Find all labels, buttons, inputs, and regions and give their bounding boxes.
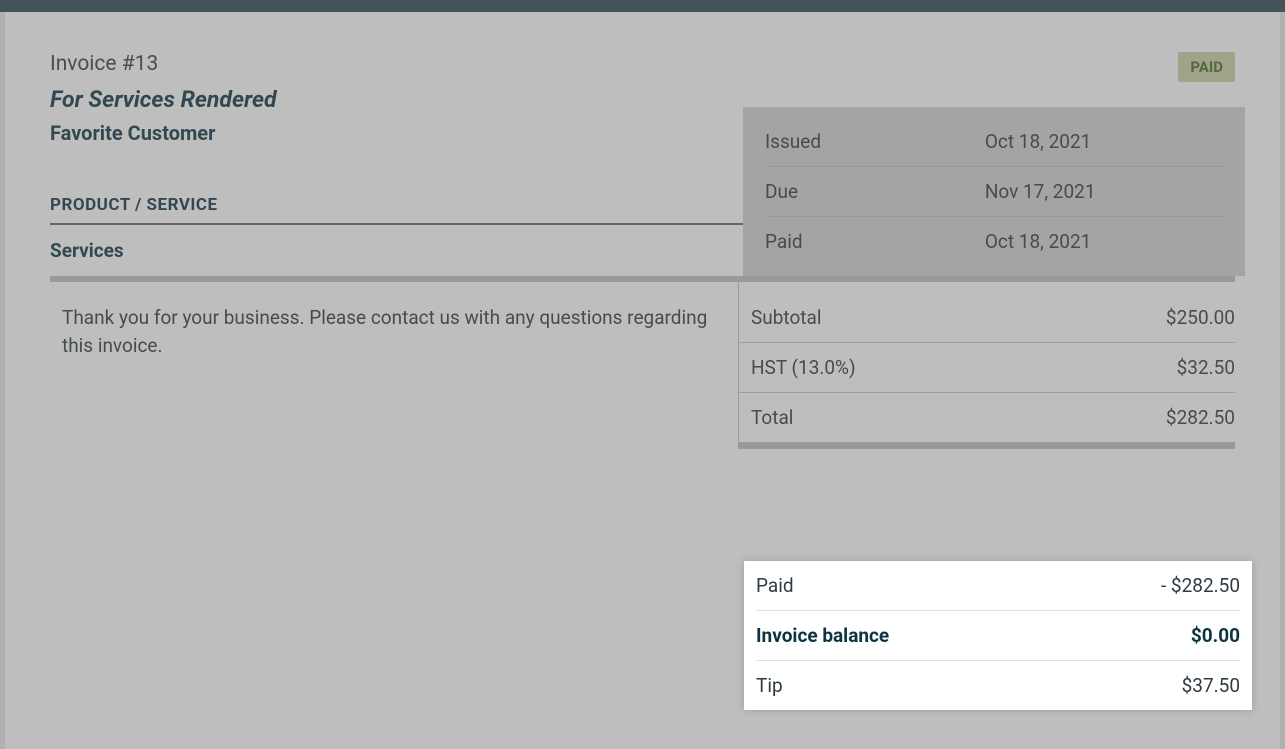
status-badge: PAID [1178, 52, 1235, 82]
tip-row: Tip $37.50 [756, 661, 1240, 710]
subtotal-value: $250.00 [1166, 306, 1235, 329]
top-bar [0, 0, 1285, 12]
meta-due-label: Due [765, 180, 985, 203]
paid-row: Paid - $282.50 [756, 561, 1240, 611]
bottom-section: Thank you for your business. Please cont… [50, 282, 1235, 449]
meta-paid-value: Oct 18, 2021 [985, 230, 1223, 253]
total-value: $282.50 [1166, 406, 1235, 429]
totals-divider [739, 443, 1235, 449]
invoice-subtitle: For Services Rendered [50, 86, 277, 113]
col-product-header: PRODUCT / SERVICE [50, 195, 665, 215]
paid-value: - $282.50 [1161, 574, 1240, 597]
tax-row: HST (13.0%) $32.50 [739, 343, 1235, 393]
balance-highlight-panel: Paid - $282.50 Invoice balance $0.00 Tip… [744, 561, 1252, 710]
subtotal-label: Subtotal [751, 306, 821, 329]
meta-issued-row: Issued Oct 18, 2021 [765, 117, 1223, 167]
meta-panel: Issued Oct 18, 2021 Due Nov 17, 2021 Pai… [743, 107, 1245, 276]
balance-label: Invoice balance [756, 624, 889, 647]
tip-value: $37.50 [1182, 674, 1240, 697]
paid-label: Paid [756, 574, 794, 597]
invoice-note: Thank you for your business. Please cont… [50, 282, 739, 449]
tax-label: HST (13.0%) [751, 356, 856, 379]
meta-paid-row: Paid Oct 18, 2021 [765, 217, 1223, 266]
subtotal-row: Subtotal $250.00 [739, 282, 1235, 343]
balance-row: Invoice balance $0.00 [756, 611, 1240, 661]
header-left: Invoice #13 For Services Rendered Favori… [50, 52, 277, 145]
totals-column: Subtotal $250.00 HST (13.0%) $32.50 Tota… [739, 282, 1235, 449]
tax-value: $32.50 [1177, 356, 1235, 379]
total-row: Total $282.50 [739, 393, 1235, 443]
line-item-name: Services [50, 239, 665, 262]
total-label: Total [751, 406, 793, 429]
meta-issued-label: Issued [765, 130, 985, 153]
meta-due-value: Nov 17, 2021 [985, 180, 1223, 203]
meta-paid-label: Paid [765, 230, 985, 253]
tip-label: Tip [756, 674, 783, 697]
meta-issued-value: Oct 18, 2021 [985, 130, 1223, 153]
customer-name: Favorite Customer [50, 121, 277, 145]
balance-value: $0.00 [1191, 624, 1240, 647]
meta-due-row: Due Nov 17, 2021 [765, 167, 1223, 217]
invoice-number: Invoice #13 [50, 52, 277, 76]
